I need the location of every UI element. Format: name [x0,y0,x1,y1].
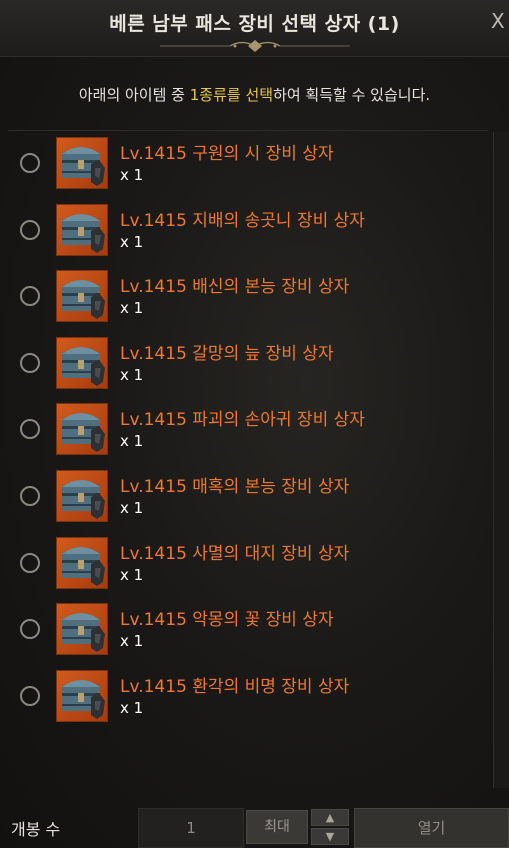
item-quantity: x 1 [120,232,144,251]
item-quantity: x 1 [120,698,144,717]
instruction-highlight: 1종류를 선택 [189,86,274,104]
item-name: Lv.1415 지배의 송곳니 장비 상자 [120,210,365,231]
item-quantity: x 1 [120,365,144,384]
list-item[interactable]: Lv.1415 매혹의 본능 장비 상자 x 1 [8,464,488,530]
item-select-dialog: 베른 남부 패스 장비 선택 상자 (1) X 아래의 아이템 중 1종류를 선… [0,0,509,848]
item-radio[interactable] [20,619,40,640]
quantity-increase-button[interactable]: ▲ [311,809,349,826]
treasure-chest-icon [56,203,108,256]
item-radio[interactable] [20,685,40,706]
list-item[interactable]: Lv.1415 배신의 본능 장비 상자 x 1 [8,264,488,330]
item-radio[interactable] [20,552,40,573]
item-list: Lv.1415 구원의 시 장비 상자 x 1 Lv.1415 지배의 송곳니 장비… [8,130,488,789]
list-item[interactable]: Lv.1415 환각의 비명 장비 상자 x 1 [8,664,488,730]
treasure-chest-icon [56,470,108,522]
item-quantity: x 1 [120,166,144,184]
item-name: Lv.1415 악몽의 꽃 장비 상자 [120,610,334,631]
chevron-down-icon: ▼ [325,830,335,843]
item-radio[interactable] [20,352,40,373]
list-scrollbar[interactable] [493,132,509,788]
list-item[interactable]: Lv.1415 갈망의 늪 장비 상자 x 1 [8,331,488,397]
dialog-title: 베른 남부 패스 장비 선택 상자 (1) [109,13,400,35]
item-name: Lv.1415 사멸의 대지 장비 상자 [120,543,350,564]
quantity-decrease-button[interactable]: ▼ [311,828,349,845]
item-radio[interactable] [20,486,40,506]
item-radio[interactable] [20,219,40,240]
item-name: Lv.1415 파괴의 손아귀 장비 상자 [120,410,365,431]
treasure-chest-icon [56,603,108,656]
instruction-prefix: 아래의 아이템 중 [78,86,190,104]
max-quantity-button[interactable]: 최대 [246,810,308,844]
title-ornament [160,40,350,52]
open-button[interactable]: 열기 [354,808,509,848]
treasure-chest-icon [56,403,108,456]
item-name: Lv.1415 매혹의 본능 장비 상자 [120,477,350,497]
list-item[interactable]: Lv.1415 지배의 송곳니 장비 상자 x 1 [8,198,488,264]
instruction-suffix: 하여 획득할 수 있습니다. [273,86,431,104]
item-name: Lv.1415 갈망의 늪 장비 상자 [120,343,334,364]
list-item[interactable]: Lv.1415 구원의 시 장비 상자 x 1 [8,131,488,197]
close-button[interactable]: X [491,10,509,32]
list-item[interactable]: Lv.1415 파괴의 손아귀 장비 상자 x 1 [8,397,488,463]
item-quantity: x 1 [120,499,144,517]
list-item[interactable]: Lv.1415 악몽의 꽃 장비 상자 x 1 [8,597,488,663]
open-count-label: 개봉 수 [11,820,61,839]
instruction-text: 아래의 아이템 중 1종류를 선택하여 획득할 수 있습니다. [0,84,509,105]
item-quantity: x 1 [120,299,144,318]
treasure-chest-icon [56,336,108,389]
open-quantity-input[interactable]: 1 [138,808,244,848]
chevron-up-icon: ▲ [325,811,335,824]
treasure-chest-icon [56,669,108,722]
item-name: Lv.1415 환각의 비명 장비 상자 [120,676,350,697]
item-quantity: x 1 [120,432,144,451]
item-radio[interactable] [20,286,40,307]
item-quantity: x 1 [120,632,144,651]
item-quantity: x 1 [120,565,144,584]
treasure-chest-icon [56,270,108,323]
item-radio[interactable] [20,153,40,173]
treasure-chest-icon [56,536,108,589]
treasure-chest-icon [56,137,108,189]
list-item[interactable]: Lv.1415 사멸의 대지 장비 상자 x 1 [8,531,488,597]
item-name: Lv.1415 구원의 시 장비 상자 [120,144,334,164]
item-radio[interactable] [20,419,40,440]
dialog-header: 베른 남부 패스 장비 선택 상자 (1) X [0,0,509,57]
item-name: Lv.1415 배신의 본능 장비 상자 [120,277,350,298]
